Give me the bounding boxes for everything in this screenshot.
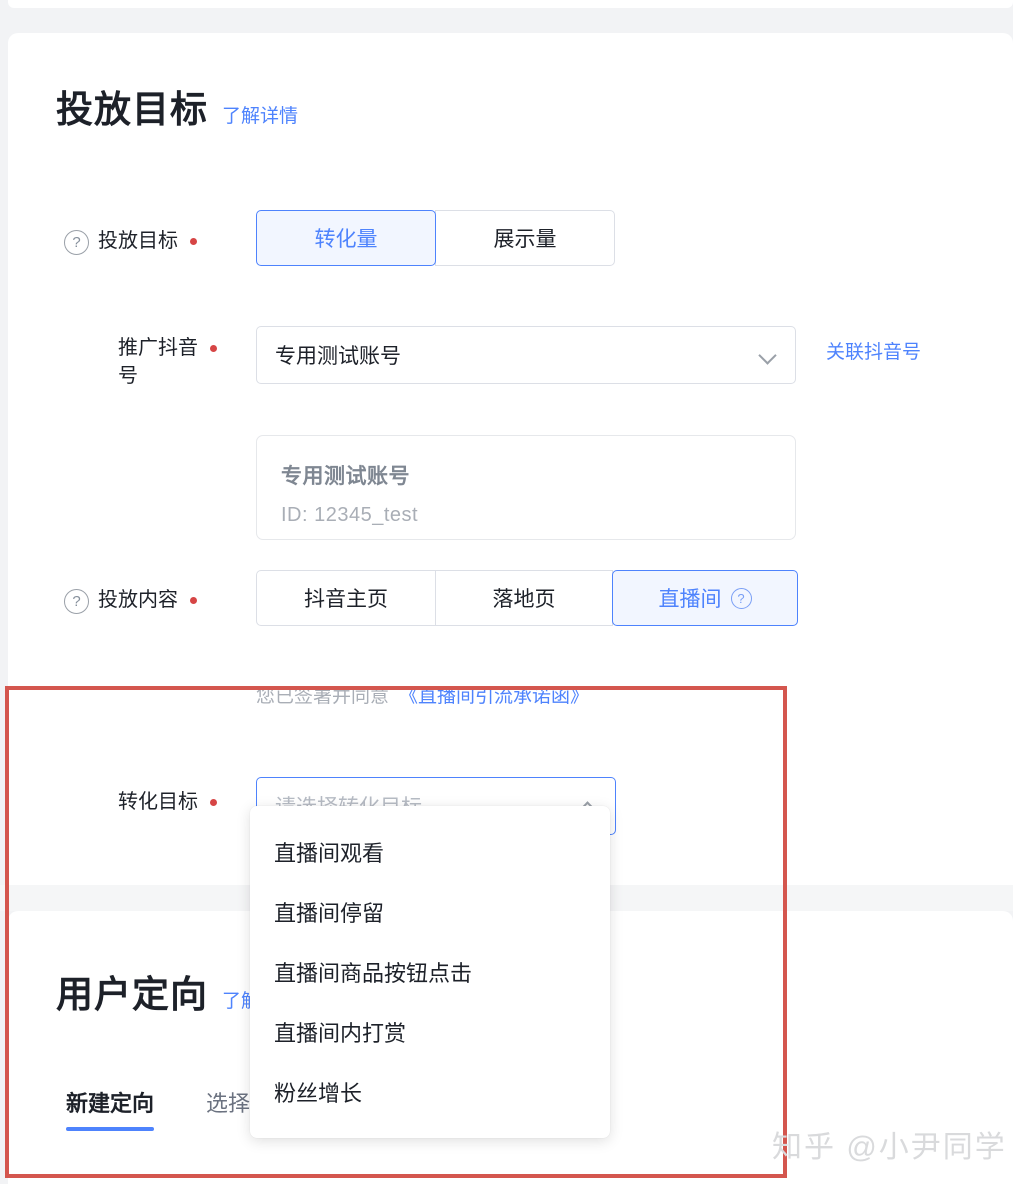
goal-option-conversions-label: 转化量 [314, 228, 378, 251]
account-preview-name: 专用测试账号 [281, 465, 410, 488]
dropdown-option-product-button-click[interactable]: 直播间商品按钮点击 [250, 942, 610, 1002]
promote-account-select[interactable]: 专用测试账号 [256, 326, 796, 384]
dropdown-option-live-gift-label: 直播间内打赏 [274, 1021, 407, 1046]
required-dot [210, 345, 217, 352]
section-title-text: 投放目标 [56, 89, 208, 130]
question-circle-icon[interactable]: ? [64, 589, 89, 614]
required-dot [190, 238, 197, 245]
goal-option-impressions[interactable]: 展示量 [435, 210, 615, 266]
content-option-landing-page[interactable]: 落地页 [435, 570, 613, 626]
learn-more-link[interactable]: 了解详情 [222, 101, 298, 128]
dropdown-option-live-stay[interactable]: 直播间停留 [250, 882, 610, 942]
dropdown-option-live-stay-label: 直播间停留 [274, 901, 385, 926]
delivery-goal-card: 投放目标 了解详情 ? 投放目标 转化量 展示量 推广抖音 号 专用测试账号 关… [8, 33, 1013, 885]
content-option-live-room[interactable]: 直播间 ? [612, 570, 798, 626]
top-card-sliver [8, 0, 1013, 8]
page-background-gap [0, 8, 1013, 33]
question-circle-icon[interactable]: ? [64, 230, 89, 255]
conversion-goal-row-label: 转化目标 [118, 788, 217, 816]
goal-option-conversions[interactable]: 转化量 [256, 210, 436, 266]
tab-new-targeting[interactable]: 新建定向 [66, 1086, 155, 1131]
dropdown-option-fan-growth[interactable]: 粉丝增长 [250, 1062, 610, 1122]
promote-account-label-text: 推广抖音 号 [118, 337, 198, 387]
dropdown-option-fan-growth-label: 粉丝增长 [274, 1081, 363, 1106]
content-row-label: ? 投放内容 [64, 586, 197, 614]
content-option-douyin-home-label: 抖音主页 [304, 588, 388, 611]
goal-option-impressions-label: 展示量 [493, 228, 557, 251]
content-option-live-room-label: 直播间 [658, 588, 722, 611]
content-label-text: 投放内容 [98, 589, 178, 611]
audience-title-text: 用户定向 [56, 974, 208, 1015]
conversion-goal-dropdown[interactable]: 直播间观看 直播间停留 直播间商品按钮点击 直播间内打赏 粉丝增长 [250, 806, 610, 1138]
conversion-goal-label-text: 转化目标 [118, 791, 198, 813]
screenshot-root: 投放目标 了解详情 ? 投放目标 转化量 展示量 推广抖音 号 专用测试账号 关… [0, 0, 1013, 1184]
watermark: 知乎 @小尹同学 [772, 1131, 1007, 1164]
goal-label-text: 投放目标 [98, 230, 178, 252]
goal-segmented-control[interactable]: 转化量 展示量 [256, 210, 615, 266]
agreement-document-link[interactable]: 《直播间引流承诺函》 [399, 681, 589, 708]
agreement-prefix-text: 您已签署并同意 [256, 686, 390, 707]
promote-account-select-value: 专用测试账号 [275, 345, 401, 368]
dropdown-option-live-gift[interactable]: 直播间内打赏 [250, 1002, 610, 1062]
tab-new-targeting-label: 新建定向 [66, 1091, 155, 1116]
link-douyin-account[interactable]: 关联抖音号 [826, 337, 921, 364]
chevron-down-icon[interactable] [759, 346, 777, 364]
dropdown-option-product-button-click-label: 直播间商品按钮点击 [274, 961, 473, 986]
required-dot [190, 597, 197, 604]
account-preview-id: ID: 12345_test [281, 504, 419, 526]
required-dot [210, 799, 217, 806]
agreement-line: 您已签署并同意 《直播间引流承诺函》 [256, 681, 589, 708]
goal-row-label: ? 投放目标 [64, 227, 197, 255]
page-title: 投放目标 了解详情 [56, 91, 298, 128]
dropdown-option-live-view[interactable]: 直播间观看 [250, 822, 610, 882]
content-segmented-control[interactable]: 抖音主页 落地页 直播间 ? [256, 570, 798, 626]
account-preview-card[interactable]: 专用测试账号 ID: 12345_test [256, 435, 796, 540]
dropdown-option-live-view-label: 直播间观看 [274, 841, 385, 866]
content-option-douyin-home[interactable]: 抖音主页 [256, 570, 436, 626]
question-circle-icon[interactable]: ? [730, 587, 752, 609]
content-option-landing-page-label: 落地页 [492, 588, 556, 611]
promote-account-row-label: 推广抖音 号 [118, 334, 243, 390]
